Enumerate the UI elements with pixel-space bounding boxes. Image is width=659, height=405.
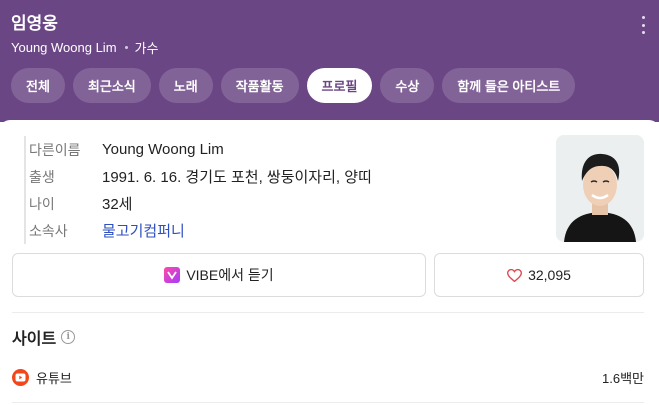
site-item-youtube[interactable]: 유튜브 1.6백만 (12, 366, 644, 388)
artist-subtitle: Young Woong Lim 가수 (11, 38, 158, 57)
tab-awards[interactable]: 수상 (380, 68, 435, 103)
info-row-agency: 소속사 물고기컴퍼니 (26, 217, 372, 244)
more-vertical-icon[interactable] (639, 16, 647, 34)
artist-photo[interactable] (556, 135, 644, 242)
info-icon[interactable]: i (61, 330, 76, 344)
info-label: 나이 (29, 195, 55, 212)
info-value: Young Woong Lim (102, 141, 224, 158)
english-name: Young Woong Lim (11, 40, 117, 55)
tab-songs[interactable]: 노래 (158, 68, 213, 103)
vibe-logo-icon (164, 267, 181, 283)
tab-profile[interactable]: 프로필 (306, 68, 373, 103)
artist-portrait-illustration (556, 135, 644, 242)
youtube-icon (12, 368, 29, 386)
site-subscriber-count: 1.6백만 (602, 370, 644, 386)
tab-works[interactable]: 작품활동 (220, 68, 299, 103)
vibe-listen-button[interactable]: VIBE에서 듣기 (12, 253, 426, 297)
site-name: 유튜브 (36, 370, 72, 386)
sites-section-title: 사이트 i (12, 325, 76, 349)
profile-header: 임영웅 Young Woong Lim 가수 전체 최근소식 노래 작품활동 프… (0, 0, 659, 122)
info-row-age: 나이 32세 (26, 190, 372, 217)
artist-name[interactable]: 임영웅 (11, 9, 58, 34)
section-divider (12, 312, 644, 313)
info-label: 출생 (29, 168, 55, 185)
vibe-listen-label: VIBE에서 듣기 (186, 267, 274, 283)
separator-dot (124, 46, 128, 49)
tab-recent-news[interactable]: 최근소식 (72, 68, 151, 103)
info-label: 다른이름 (29, 141, 81, 158)
sites-title-text: 사이트 (12, 331, 57, 348)
like-button[interactable]: 32,095 (434, 253, 644, 297)
heart-icon (507, 268, 523, 282)
info-row-birth: 출생 1991. 6. 16. 경기도 포천, 쌍둥이자리, 양띠 (26, 163, 372, 190)
agency-link[interactable]: 물고기컴퍼니 (102, 220, 185, 241)
info-row-alias: 다른이름 Young Woong Lim (26, 136, 372, 163)
info-value: 32세 (102, 196, 133, 213)
tab-bar: 전체 최근소식 노래 작품활동 프로필 수상 함께 들은 아티스트 (11, 68, 576, 103)
profile-info-list: 다른이름 Young Woong Lim 출생 1991. 6. 16. 경기도… (24, 136, 372, 244)
profile-card: 다른이름 Young Woong Lim 출생 1991. 6. 16. 경기도… (0, 120, 659, 405)
artist-role: 가수 (134, 41, 159, 56)
like-count: 32,095 (528, 267, 571, 283)
info-value: 1991. 6. 16. 경기도 포천, 쌍둥이자리, 양띠 (102, 169, 372, 186)
row-divider (12, 402, 644, 403)
tab-related-artists[interactable]: 함께 들은 아티스트 (442, 68, 576, 103)
info-label: 소속사 (29, 222, 68, 239)
tab-all[interactable]: 전체 (11, 68, 65, 103)
